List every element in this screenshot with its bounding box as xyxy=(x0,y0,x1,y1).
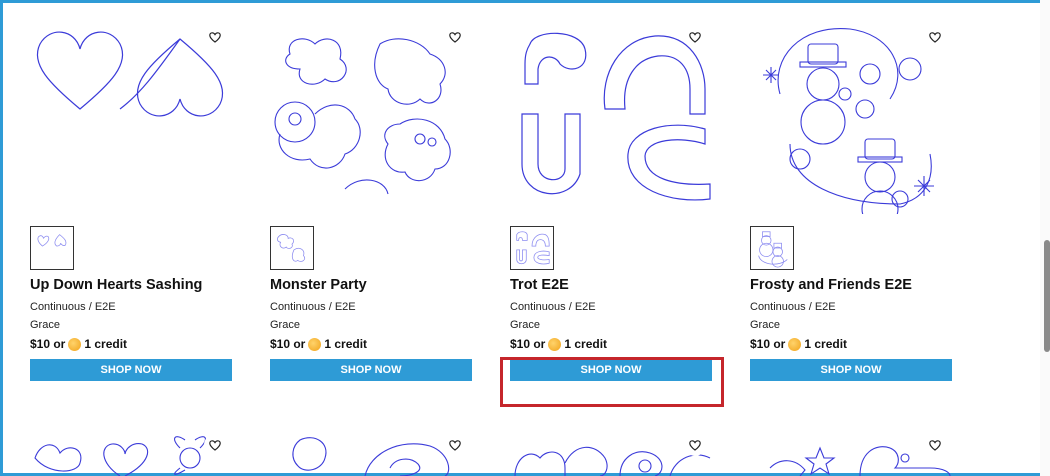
price-amount: $10 or xyxy=(270,337,306,351)
product-category: Continuous / E2E xyxy=(30,301,116,313)
heart-outline-icon xyxy=(209,31,221,43)
product-title[interactable]: Trot E2E xyxy=(510,277,569,293)
product-title[interactable]: Monster Party xyxy=(270,277,367,293)
heart-outline-icon xyxy=(689,439,701,451)
scrollbar-track[interactable] xyxy=(1040,0,1050,476)
price-credit: 1 credit xyxy=(564,337,608,351)
shop-now-button[interactable]: SHOP NOW xyxy=(270,359,472,381)
product-card-partial xyxy=(750,428,954,476)
heart-outline-icon xyxy=(929,439,941,451)
design-preview-image[interactable] xyxy=(510,428,714,476)
product-designer: Grace xyxy=(510,319,540,331)
price-amount: $10 or xyxy=(30,337,66,351)
favorite-button[interactable] xyxy=(684,434,706,456)
coin-icon xyxy=(68,337,82,351)
coin-icon xyxy=(308,337,322,351)
product-price: $10 or 1 credit xyxy=(510,337,607,351)
product-category: Continuous / E2E xyxy=(510,301,596,313)
design-thumbnail[interactable] xyxy=(30,226,74,270)
product-card-partial xyxy=(270,428,474,476)
product-card-partial xyxy=(510,428,714,476)
product-designer: Grace xyxy=(30,319,60,331)
favorite-button[interactable] xyxy=(204,26,226,48)
product-title[interactable]: Frosty and Friends E2E xyxy=(750,277,912,293)
favorite-button[interactable] xyxy=(924,26,946,48)
favorite-button[interactable] xyxy=(684,26,706,48)
product-price: $10 or 1 credit xyxy=(30,337,127,351)
heart-outline-icon xyxy=(449,31,461,43)
price-amount: $10 or xyxy=(510,337,546,351)
design-preview-image[interactable] xyxy=(270,14,474,214)
favorite-button[interactable] xyxy=(204,434,226,456)
design-preview-image[interactable] xyxy=(750,428,954,476)
heart-outline-icon xyxy=(209,439,221,451)
favorite-button[interactable] xyxy=(444,26,466,48)
product-card-partial xyxy=(30,428,234,476)
product-category: Continuous / E2E xyxy=(270,301,356,313)
heart-outline-icon xyxy=(929,31,941,43)
price-credit: 1 credit xyxy=(804,337,848,351)
coin-icon xyxy=(788,337,802,351)
design-preview-image[interactable] xyxy=(510,14,714,214)
shop-now-button[interactable]: SHOP NOW xyxy=(30,359,232,381)
design-thumbnail[interactable] xyxy=(510,226,554,270)
favorite-button[interactable] xyxy=(444,434,466,456)
favorite-button[interactable] xyxy=(924,434,946,456)
price-credit: 1 credit xyxy=(324,337,368,351)
coin-icon xyxy=(548,337,562,351)
product-price: $10 or 1 credit xyxy=(270,337,367,351)
product-title[interactable]: Up Down Hearts Sashing xyxy=(30,277,202,293)
heart-outline-icon xyxy=(689,31,701,43)
design-preview-image[interactable] xyxy=(30,14,234,214)
design-preview-image[interactable] xyxy=(30,428,234,476)
product-category: Continuous / E2E xyxy=(750,301,836,313)
product-designer: Grace xyxy=(270,319,300,331)
product-price: $10 or 1 credit xyxy=(750,337,847,351)
shop-now-button[interactable]: SHOP NOW xyxy=(750,359,952,381)
price-amount: $10 or xyxy=(750,337,786,351)
heart-outline-icon xyxy=(449,439,461,451)
design-thumbnail[interactable] xyxy=(270,226,314,270)
product-designer: Grace xyxy=(750,319,780,331)
price-credit: 1 credit xyxy=(84,337,128,351)
design-thumbnail[interactable] xyxy=(750,226,794,270)
shop-now-button[interactable]: SHOP NOW xyxy=(510,359,712,381)
design-preview-image[interactable] xyxy=(270,428,474,476)
design-preview-image[interactable] xyxy=(750,14,954,214)
scrollbar-thumb[interactable] xyxy=(1044,240,1050,352)
